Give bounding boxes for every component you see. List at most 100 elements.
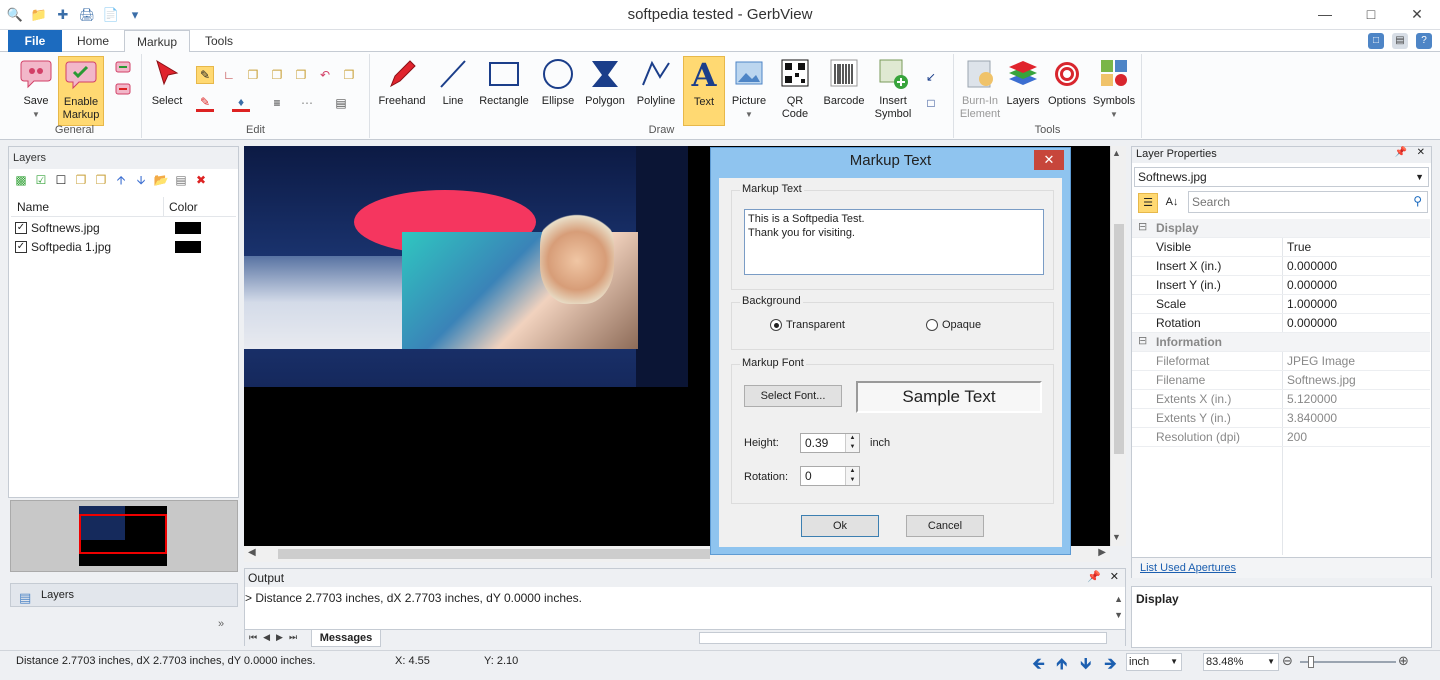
duplicate-icon[interactable]: ❐ <box>292 66 310 84</box>
line-width-icon[interactable]: ≡ <box>268 94 286 112</box>
maximize-button[interactable]: □ <box>1348 0 1394 28</box>
rotation-spinner[interactable]: 0 ▲ ▼ <box>800 466 860 486</box>
property-row[interactable]: Filename Softnews.jpg <box>1132 371 1430 390</box>
property-value[interactable]: 0.000000 <box>1287 278 1337 292</box>
move-up-icon[interactable]: 🡩 <box>113 172 129 188</box>
markup-remove-icon[interactable] <box>114 82 132 100</box>
property-value[interactable]: 0.000000 <box>1287 259 1337 273</box>
help-icon[interactable]: ? <box>1416 33 1432 49</box>
options-button[interactable]: Options <box>1044 56 1090 108</box>
selection-rect-icon[interactable]: □ <box>922 94 940 112</box>
property-row[interactable]: Insert Y (in.) 0.000000 <box>1132 276 1430 295</box>
collapse-icon[interactable]: ⊟ <box>1138 220 1147 233</box>
layers-pane-tab[interactable]: ▤ Layers <box>10 583 238 607</box>
zoom-slider-thumb[interactable] <box>1308 656 1314 668</box>
tab-home[interactable]: Home <box>66 30 120 52</box>
clipboard-icon[interactable]: ❐ <box>340 66 358 84</box>
scroll-left-icon[interactable]: ◀ <box>248 547 256 558</box>
property-row[interactable]: Extents Y (in.) 3.840000 <box>1132 409 1430 428</box>
alphabetical-icon[interactable]: A↓ <box>1162 193 1182 213</box>
properties-icon[interactable]: ▤ <box>173 172 189 188</box>
delete-layer-icon[interactable]: ✖ <box>193 172 209 188</box>
layer-color-swatch[interactable] <box>175 222 201 234</box>
tab-markup[interactable]: Markup <box>124 30 190 53</box>
insert-symbol-button[interactable]: Insert Symbol <box>870 56 916 121</box>
select-button[interactable]: Select <box>146 56 188 108</box>
freehand-button[interactable]: Freehand <box>374 56 430 108</box>
output-hscroll[interactable] <box>699 632 1107 644</box>
save-button[interactable]: Save ▼ <box>14 56 58 121</box>
layer-row[interactable]: ✓ Softnews.jpg <box>15 219 100 237</box>
opaque-radio[interactable]: Opaque <box>926 319 981 332</box>
open-layer-icon[interactable]: 📂 <box>153 172 169 188</box>
property-value[interactable]: 1.000000 <box>1287 297 1337 311</box>
list-used-apertures-link[interactable]: List Used Apertures <box>1140 562 1236 574</box>
move-down-icon[interactable]: 🡫 <box>133 172 149 188</box>
property-row[interactable]: Fileformat JPEG Image <box>1132 352 1430 371</box>
ellipse-button[interactable]: Ellipse <box>536 56 580 108</box>
burn-in-element-button[interactable]: Burn-In Element <box>956 56 1004 121</box>
dimension-arrow-icon[interactable]: ↙ <box>922 68 940 86</box>
layer-checkbox[interactable]: ✓ <box>15 241 27 253</box>
ok-button[interactable]: Ok <box>801 515 879 537</box>
text-button[interactable]: A Text <box>683 56 725 126</box>
vertical-scroll-thumb[interactable] <box>1114 224 1124 454</box>
canvas-vertical-scrollbar[interactable]: ▲ ▼ <box>1110 146 1126 546</box>
close-icon[interactable]: ✕ <box>1417 147 1425 158</box>
rectangle-button[interactable]: Rectangle <box>476 56 532 108</box>
property-row[interactable]: Insert X (in.) 0.000000 <box>1132 257 1430 276</box>
check-all-icon[interactable]: ☑ <box>33 172 49 188</box>
category-display[interactable]: ⊟ Display <box>1132 219 1430 238</box>
paste-icon[interactable]: ❐ <box>268 66 286 84</box>
property-row[interactable]: Rotation 0.000000 <box>1132 314 1430 333</box>
add-layer-icon[interactable]: ▩ <box>13 172 29 188</box>
zoom-out-icon[interactable]: ⊖ <box>1282 653 1293 669</box>
category-information[interactable]: ⊟ Information <box>1132 333 1430 352</box>
copy-layer-icon[interactable]: ❐ <box>73 172 89 188</box>
zoom-select[interactable]: 83.48% ▼ <box>1203 653 1279 671</box>
spinner-arrows-icon[interactable]: ▲ ▼ <box>845 467 859 485</box>
line-style-icon[interactable]: ⋯ <box>298 94 316 112</box>
property-search-box[interactable]: ⚲ <box>1188 191 1428 213</box>
layer-checkbox[interactable]: ✓ <box>15 222 27 234</box>
layer-color-swatch[interactable] <box>175 241 201 253</box>
arrow-right-icon[interactable]: 🡺 <box>1104 653 1117 680</box>
zoom-slider-track[interactable] <box>1300 661 1396 663</box>
object-selector[interactable]: Softnews.jpg ▼ <box>1134 167 1429 187</box>
tab-file[interactable]: File <box>8 30 62 52</box>
symbols-button[interactable]: Symbols ▼ <box>1090 56 1138 121</box>
property-row[interactable]: Visible True <box>1132 238 1430 257</box>
arrow-up-icon[interactable]: 🡹 <box>1056 653 1068 680</box>
angle-icon[interactable]: ∟ <box>220 66 238 84</box>
tab-tools[interactable]: Tools <box>194 30 244 52</box>
scroll-up-icon[interactable]: ▲ <box>1112 148 1121 158</box>
pin-icon[interactable]: 📌 <box>1395 147 1407 158</box>
select-font-button[interactable]: Select Font... <box>744 385 842 407</box>
expand-chevron-icon[interactable]: » <box>218 618 224 630</box>
unit-select[interactable]: inch ▼ <box>1126 653 1182 671</box>
pin-icon[interactable]: 📌 <box>1087 570 1101 583</box>
horizontal-scroll-thumb[interactable] <box>278 549 710 559</box>
hatch-icon[interactable]: ▤ <box>332 94 350 112</box>
close-icon[interactable]: ✕ <box>1110 570 1119 583</box>
line-color-icon[interactable]: ✎ <box>196 94 214 112</box>
layer-row[interactable]: ✓ Softpedia 1.jpg <box>15 238 111 256</box>
categorized-icon[interactable]: ☰ <box>1138 193 1158 213</box>
tab-nav-icons[interactable]: ⏮◀▶⏭ <box>249 632 303 643</box>
property-value[interactable]: True <box>1287 240 1311 254</box>
markup-add-icon[interactable] <box>114 60 132 78</box>
polyline-button[interactable]: Polyline <box>632 56 680 108</box>
picture-button[interactable]: Picture ▼ <box>728 56 770 121</box>
navigator-panel[interactable] <box>10 500 238 572</box>
paste-layer-icon[interactable]: ❐ <box>93 172 109 188</box>
line-button[interactable]: Line <box>432 56 474 108</box>
spinner-arrows-icon[interactable]: ▲ ▼ <box>845 434 859 452</box>
transparent-radio[interactable]: Transparent <box>770 319 845 332</box>
tab-messages[interactable]: Messages <box>311 630 381 647</box>
barcode-button[interactable]: Barcode <box>820 56 868 108</box>
viewport-rect[interactable] <box>79 514 167 554</box>
enable-markup-button[interactable]: Enable Markup <box>58 56 104 126</box>
scroll-down-icon[interactable]: ▼ <box>1112 532 1121 542</box>
property-row[interactable]: Extents X (in.) 5.120000 <box>1132 390 1430 409</box>
arrow-down-icon[interactable]: 🡻 <box>1080 653 1092 680</box>
